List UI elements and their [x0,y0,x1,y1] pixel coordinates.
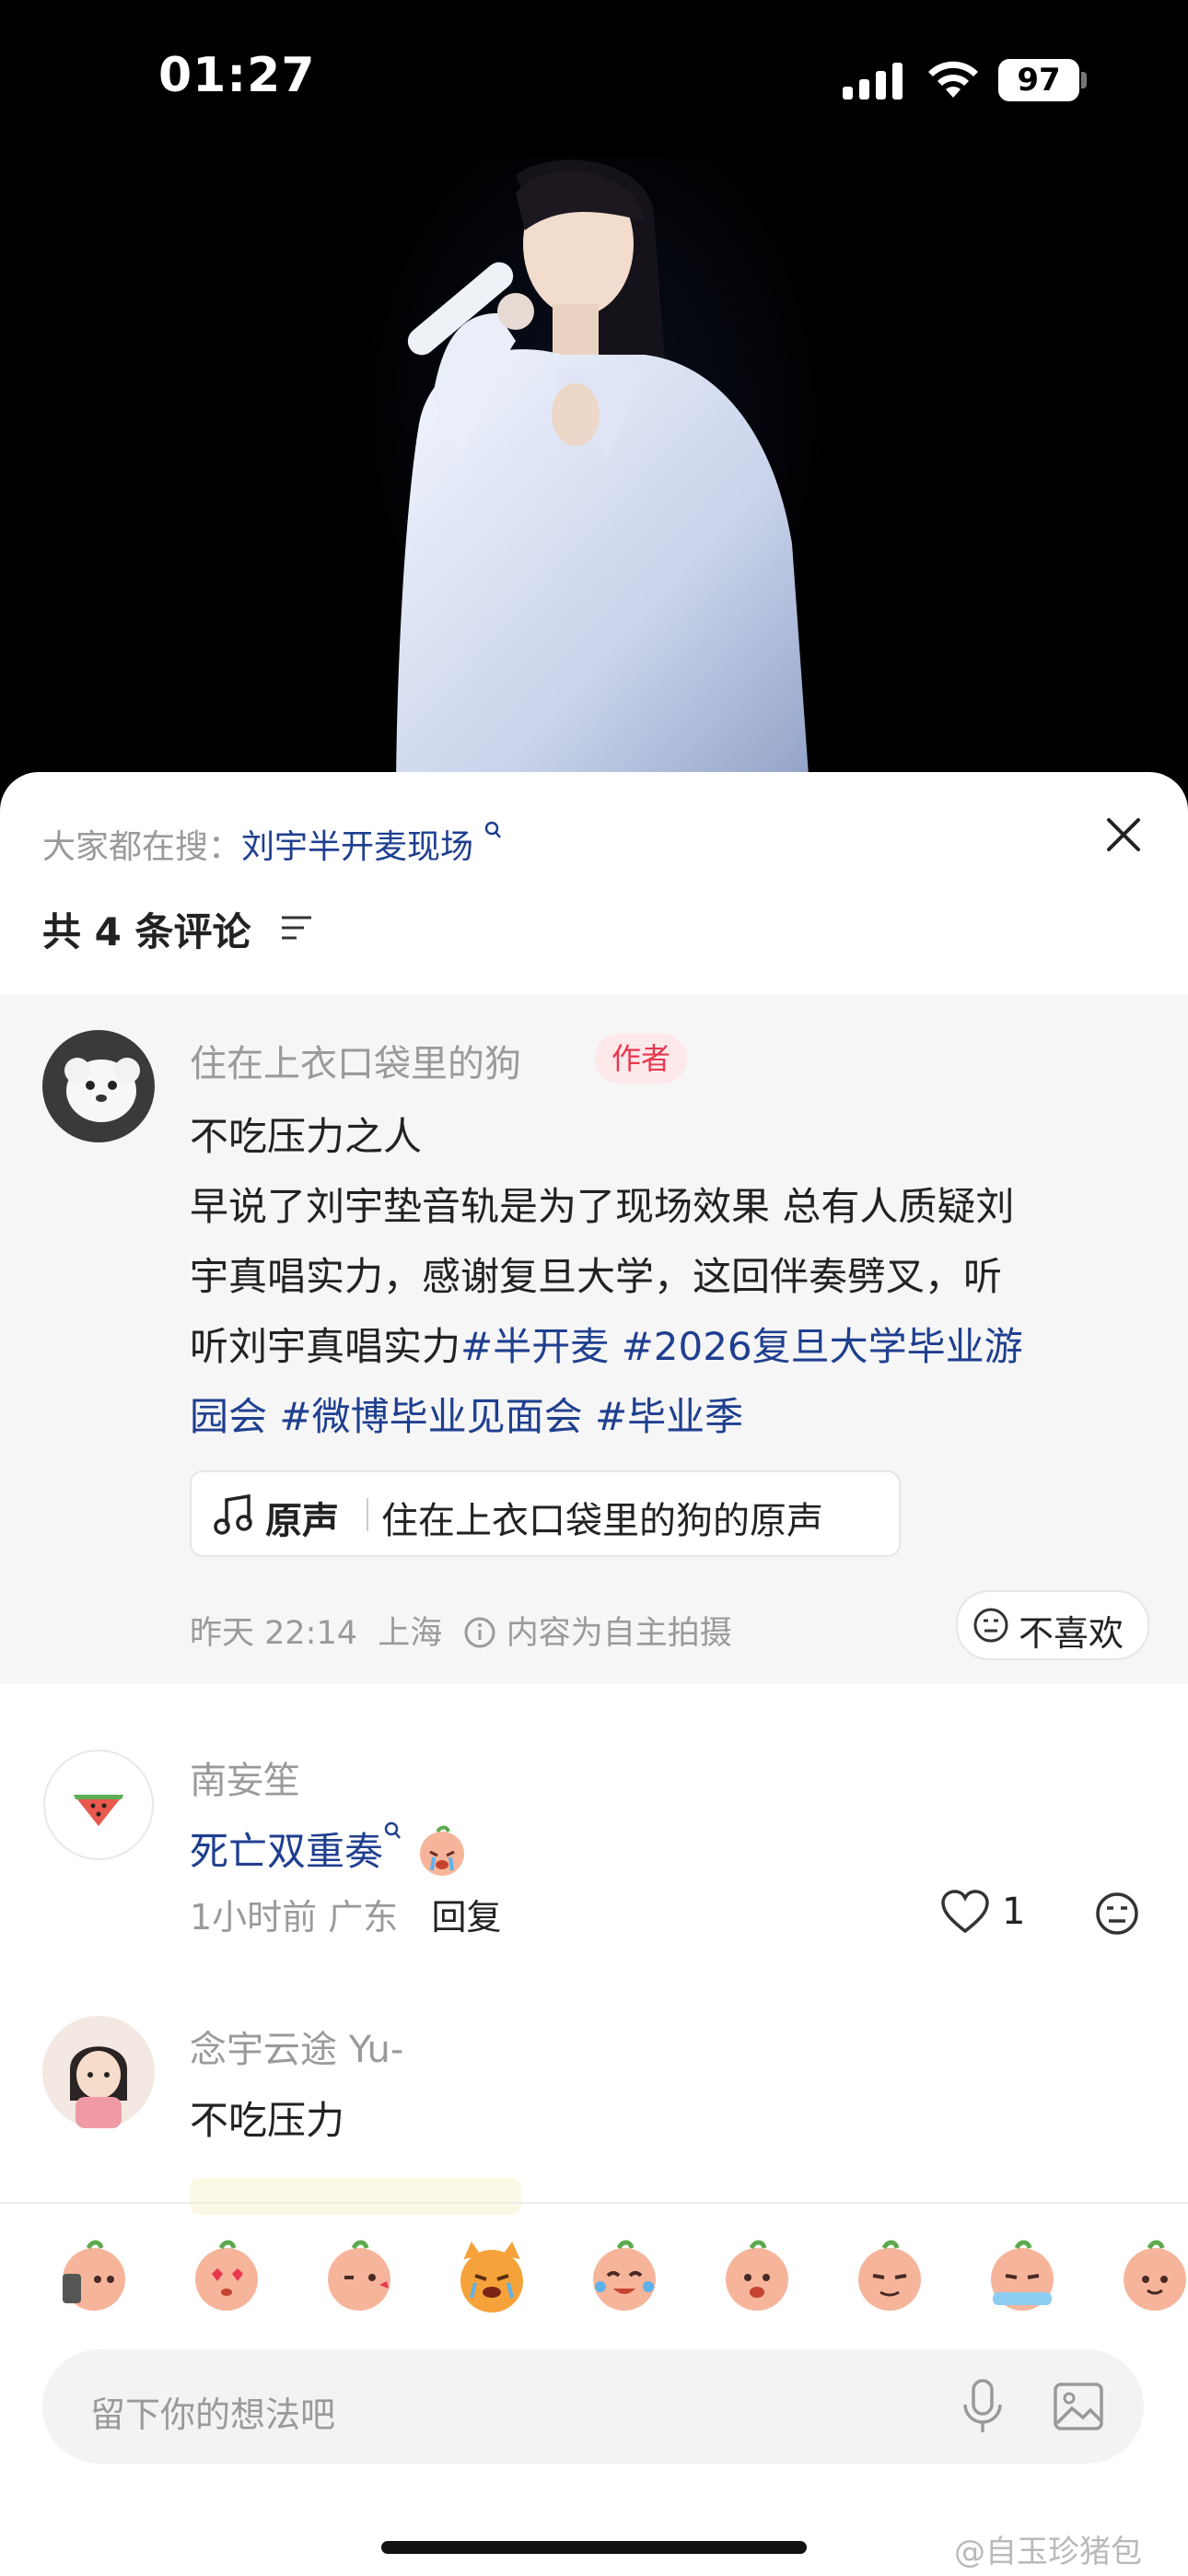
search-icon [485,821,502,838]
peach-sobbing-emoji[interactable] [991,2240,1054,2311]
comment-time: 1小时前 [190,1897,318,1938]
comment-meta: 1小时前 广东 回复 [190,1889,502,1939]
hashtag-fudan-graduation-cont[interactable]: 园会 [190,1394,267,1439]
music-note-icon [214,1493,252,1535]
image-icon[interactable] [1052,2381,1105,2432]
peach-crying-emoji [420,1825,465,1876]
battery-indicator: 97 [998,59,1079,101]
hashtag-graduation-season[interactable]: #毕业季 [595,1394,743,1439]
post-body-line-1: 早说了刘宇垫音轨是为了现场效果 总有人质疑刘 [190,1184,1015,1229]
search-query-link[interactable]: 刘宇半开麦现场 [241,828,473,866]
status-bar: 01:27 97 [0,0,1188,157]
peach-phone-emoji[interactable] [63,2240,125,2311]
sort-filter-icon[interactable] [278,912,315,945]
comment-item: 南妄笙 死亡双重奏 1小时前 广东 回复 1 [0,1739,1188,1970]
search-suggestion[interactable]: 大家都在搜：刘宇半开麦现场 [42,820,504,868]
comment-input[interactable]: 留下你的想法吧 [42,2349,1144,2464]
peach-shy-emoji[interactable] [726,2240,788,2311]
microphone-icon[interactable] [960,2377,1006,2436]
post-title: 不吃压力之人 [190,1114,423,1159]
like-count: 1 [1002,1891,1026,1933]
dislike-label: 不喜欢 [1019,1613,1124,1654]
watermark: @自玉珍猪包 [954,2534,1142,2570]
commenter-name[interactable]: 念宇云途 Yu- [190,2020,403,2073]
cellular-signal-icon [843,63,903,100]
cat-crying-emoji[interactable] [460,2241,523,2313]
post-photo[interactable] [0,157,1188,802]
author-badge: 作者 [595,1034,688,1083]
sound-label: 原声 [265,1500,339,1542]
post-body-line-2: 宇真唱实力，感谢复旦大学，这回伴奏劈叉，听 [190,1254,1003,1299]
commenter-avatar[interactable] [42,1749,155,1861]
heart-icon[interactable] [939,1889,991,1935]
comment-text: 死亡双重奏 [190,1821,469,1878]
sound-title: 住在上衣口袋里的狗的原声 [381,1500,823,1542]
post-body-line-4: 园会 #微博毕业见面会 #毕业季 [190,1386,743,1442]
comment-input-placeholder: 留下你的想法吧 [90,2395,336,2435]
divider [367,1498,368,1531]
info-icon [464,1617,495,1648]
hashtag-fudan-graduation[interactable]: #2026复旦大学毕业游 [622,1324,1023,1369]
battery-tip [1081,72,1087,88]
post-card: 住在上衣口袋里的狗 作者 不吃压力之人 早说了刘宇垫音轨是为了现场效果 总有人质… [0,995,1188,1684]
post-meta: 昨天 22:14 上海 内容为自主拍摄 [190,1607,732,1654]
comment-count: 共 4 条评论 [42,909,251,954]
hashtag-weibo-graduation[interactable]: #微博毕业见面会 [279,1394,582,1439]
comment-sheet: 大家都在搜：刘宇半开麦现场 共 4 条评论 住在上衣口袋里的狗 作者 不吃压力之… [0,772,1188,2576]
close-icon[interactable] [1103,814,1144,855]
wifi-icon [928,61,978,98]
neutral-face-icon [973,1608,1008,1643]
peach-wink-emoji[interactable] [328,2240,390,2311]
divider [0,2202,1188,2204]
comment-location: 广东 [328,1897,399,1938]
original-sound-chip[interactable]: 原声 住在上衣口袋里的狗的原声 [190,1470,901,1557]
commenter-name[interactable]: 南妄笙 [190,1751,300,1804]
post-body-text: 听刘宇真唱实力 [190,1324,461,1369]
post-notice: 内容为自主拍摄 [506,1615,732,1652]
hashtag-half-live-mic[interactable]: #半开麦 [460,1324,609,1369]
comment-text: 不吃压力 [190,2098,345,2143]
status-time: 01:27 [158,48,316,103]
post-time: 昨天 22:14 [190,1615,357,1652]
peach-smile-emoji[interactable] [1124,2240,1186,2311]
reply-button[interactable]: 回复 [432,1897,502,1938]
author-name[interactable]: 住在上衣口袋里的狗 [190,1034,521,1087]
author-avatar[interactable] [42,1030,155,1142]
peach-laugh-cry-emoji[interactable] [593,2240,656,2311]
commenter-avatar[interactable] [42,2016,155,2128]
search-icon [384,1821,401,1839]
dislike-button[interactable]: 不喜欢 [956,1590,1149,1660]
home-indicator [381,2541,807,2554]
post-body-line-3: 听刘宇真唱实力#半开麦 #2026复旦大学毕业游 [190,1316,1023,1372]
peach-heart-eyes-emoji[interactable] [195,2240,258,2311]
emoji-bar [0,2220,1188,2331]
comment-image-preview[interactable] [190,2178,521,2215]
peach-smug-emoji[interactable] [858,2240,921,2311]
comment-item: 念宇云途 Yu- 不吃压力 [0,2007,1188,2215]
post-location: 上海 [378,1615,443,1652]
comment-search-link[interactable]: 死亡双重奏 [190,1829,383,1874]
neutral-face-icon[interactable] [1094,1891,1140,1937]
search-prefix: 大家都在搜： [42,828,242,866]
